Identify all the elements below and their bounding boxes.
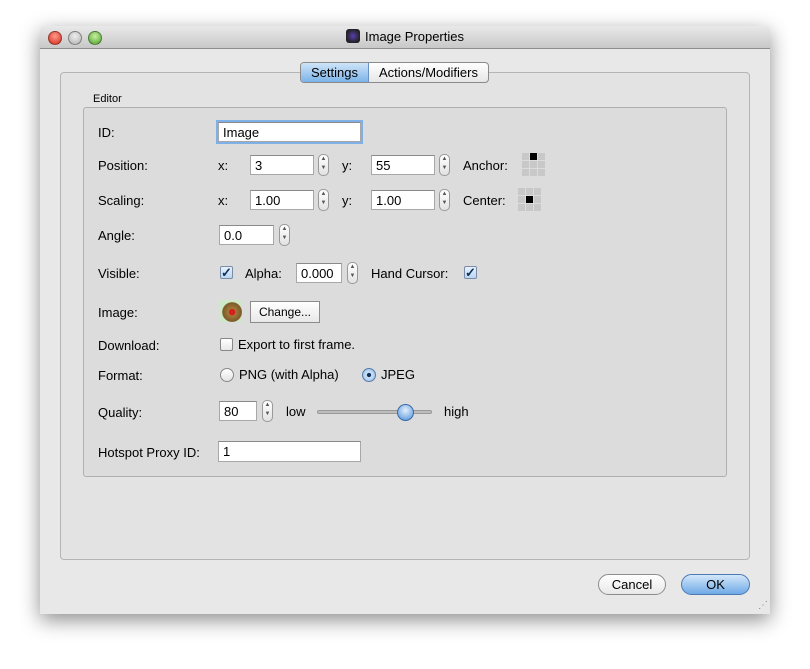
- app-icon: [346, 29, 360, 43]
- center-grid[interactable]: [518, 188, 541, 211]
- image-thumbnail: [220, 300, 242, 322]
- anchor-label: Anchor:: [463, 158, 508, 173]
- hand-cursor-label: Hand Cursor:: [371, 266, 449, 281]
- scaling-x-input[interactable]: 1.00: [250, 190, 314, 210]
- window-title: Image Properties: [40, 29, 770, 44]
- center-label: Center:: [463, 193, 506, 208]
- export-first-frame-checkbox[interactable]: [220, 338, 233, 351]
- tab-actions-modifiers[interactable]: Actions/Modifiers: [369, 63, 488, 82]
- visible-checkbox[interactable]: ✓: [220, 266, 233, 279]
- jpeg-radio[interactable]: [362, 368, 376, 382]
- quality-low-label: low: [286, 404, 306, 419]
- tab-settings[interactable]: Settings: [301, 63, 369, 82]
- tab-bar: Settings Actions/Modifiers: [300, 62, 489, 83]
- scaling-y-stepper[interactable]: ▲ ▼: [439, 189, 450, 211]
- alpha-input[interactable]: 0.000: [296, 263, 342, 283]
- jpeg-radio-label[interactable]: JPEG: [381, 367, 415, 382]
- quality-high-label: high: [444, 404, 469, 419]
- png-radio-label[interactable]: PNG (with Alpha): [239, 367, 339, 382]
- alpha-label: Alpha:: [245, 266, 282, 281]
- position-label: Position:: [98, 158, 148, 173]
- dialog-window: Image Properties Settings Actions/Modifi…: [40, 26, 770, 614]
- cancel-button[interactable]: Cancel: [598, 574, 666, 595]
- ok-button[interactable]: OK: [681, 574, 750, 595]
- scaling-label: Scaling:: [98, 193, 145, 208]
- position-y-stepper[interactable]: ▲ ▼: [439, 154, 450, 176]
- position-x-input[interactable]: 3: [250, 155, 314, 175]
- position-x-stepper[interactable]: ▲ ▼: [318, 154, 329, 176]
- resize-grip-icon[interactable]: ⋰: [758, 600, 768, 611]
- position-y-input[interactable]: 55: [371, 155, 435, 175]
- quality-input[interactable]: 80: [219, 401, 257, 421]
- scaling-y-input[interactable]: 1.00: [371, 190, 435, 210]
- scaling-y-label: y:: [342, 193, 353, 208]
- download-label: Download:: [98, 338, 160, 353]
- angle-stepper[interactable]: ▲ ▼: [279, 224, 290, 246]
- visible-label: Visible:: [98, 266, 140, 281]
- window-title-text: Image Properties: [365, 29, 464, 44]
- title-bar[interactable]: Image Properties: [40, 26, 770, 49]
- png-radio[interactable]: [220, 368, 234, 382]
- angle-label: Angle:: [98, 228, 135, 243]
- hotspot-input[interactable]: 1: [218, 441, 361, 462]
- quality-slider-thumb[interactable]: [397, 404, 414, 421]
- id-label: ID:: [98, 125, 115, 140]
- alpha-stepper[interactable]: ▲ ▼: [347, 262, 358, 284]
- id-input[interactable]: Image: [218, 122, 361, 142]
- scaling-x-label: x:: [218, 193, 229, 208]
- angle-input[interactable]: 0.0: [219, 225, 274, 245]
- hotspot-label: Hotspot Proxy ID:: [98, 445, 200, 460]
- quality-label: Quality:: [98, 405, 143, 420]
- quality-slider[interactable]: [317, 410, 432, 414]
- image-label: Image:: [98, 305, 138, 320]
- quality-stepper[interactable]: ▲ ▼: [262, 400, 273, 422]
- group-label: Editor: [93, 93, 122, 105]
- position-x-label: x:: [218, 158, 229, 173]
- export-first-frame-label[interactable]: Export to first frame.: [238, 337, 355, 352]
- scaling-x-stepper[interactable]: ▲ ▼: [318, 189, 329, 211]
- position-y-label: y:: [342, 158, 353, 173]
- format-label: Format:: [98, 368, 143, 383]
- hand-cursor-checkbox[interactable]: ✓: [464, 266, 477, 279]
- anchor-grid[interactable]: [522, 153, 545, 176]
- change-image-button[interactable]: Change...: [250, 301, 320, 323]
